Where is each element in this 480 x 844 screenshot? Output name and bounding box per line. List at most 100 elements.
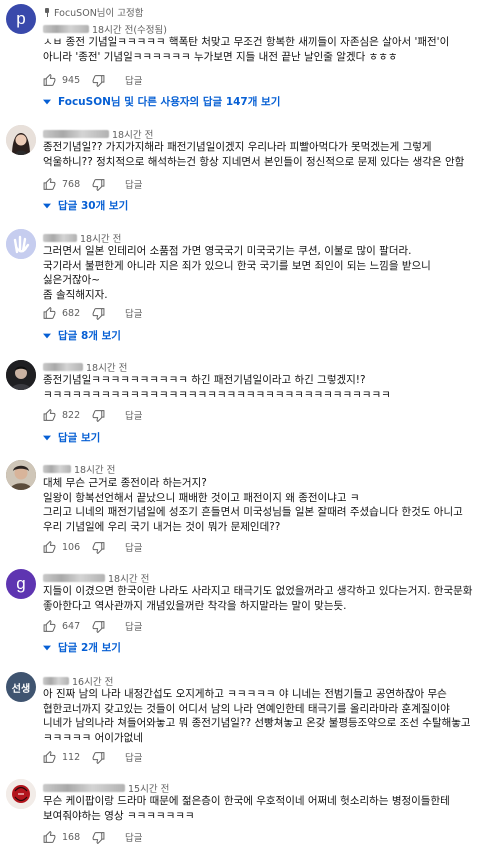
- comment-header: 16시간 전: [43, 674, 113, 688]
- reply-button[interactable]: 답글: [125, 73, 142, 87]
- comment-header: 18시간 전: [43, 571, 149, 585]
- thumb-up-icon[interactable]: [43, 750, 56, 764]
- comment: 선생 16시간 전 아 진짜 남의 나라 내정간섭도 오지게하고 ㅋㅋㅋㅋㅋ 야…: [0, 665, 480, 768]
- comment-actions: 112 답글: [43, 750, 142, 764]
- avatar[interactable]: [6, 229, 36, 259]
- thumb-up-icon[interactable]: [43, 306, 56, 320]
- pinned-text: FocuSON님이 고정함: [54, 8, 144, 19]
- like-count: 682: [62, 307, 81, 319]
- pin-icon: [43, 7, 51, 17]
- comment-actions: 168 답글: [43, 830, 142, 844]
- thumb-down-icon[interactable]: [92, 178, 105, 191]
- comment-text: 아 진짜 남의 나라 내정간섭도 오지게하고 ㅋㅋㅋㅋㅋ 야 니네는 전범기들고…: [43, 688, 474, 744]
- like-count: 106: [62, 541, 81, 553]
- view-replies-label: 답글 30개 보기: [58, 200, 129, 212]
- thumb-down-icon[interactable]: [92, 831, 105, 844]
- comment: 18시간 전 종전기념일ㅋㅋㅋㅋㅋㅋㅋㅋㅋㅋ 하긴 패전기념일이라고 하긴 그렇…: [0, 355, 480, 447]
- like-count: 822: [62, 409, 81, 421]
- like-count: 647: [62, 620, 81, 632]
- comment-text: 그러면서 일본 인테리어 소품점 가면 영국국기 미국국기는 쿠션, 이불로 많…: [43, 245, 431, 301]
- comment: p FocuSON님이 고정함 18시간 전(수정됨) ㅅㅂ 종전 기념일ㅋㅋㅋ…: [0, 0, 480, 110]
- timestamp[interactable]: 18시간 전: [74, 462, 115, 476]
- view-replies-label: 답글 8개 보기: [58, 330, 121, 342]
- thumb-up-icon[interactable]: [43, 408, 56, 422]
- like-count: 768: [62, 178, 81, 190]
- author-name[interactable]: [43, 130, 109, 138]
- comment-text: 대체 무슨 근거로 종전이라 하는거지? 일왕이 항복선언해서 끝났으니 패배한…: [43, 477, 463, 533]
- author-name[interactable]: [43, 784, 125, 792]
- view-replies-label: 답글 보기: [58, 432, 101, 444]
- author-name[interactable]: [43, 465, 71, 473]
- author-name[interactable]: [43, 363, 83, 371]
- author-name[interactable]: [43, 234, 77, 242]
- comment: g 18시간 전 지들이 이겼으면 한국이란 나라도 사라지고 태극기도 없었을…: [0, 564, 480, 659]
- chevron-down-icon: [43, 645, 51, 651]
- avatar[interactable]: 선생: [6, 672, 36, 702]
- reply-button[interactable]: 답글: [125, 750, 142, 764]
- view-replies-button[interactable]: 답글 2개 보기: [43, 640, 121, 655]
- timestamp[interactable]: 18시간 전(수정됨): [92, 22, 167, 36]
- avatar[interactable]: p: [6, 4, 36, 34]
- thumb-down-icon[interactable]: [92, 409, 105, 422]
- timestamp[interactable]: 15시간 전: [128, 781, 169, 795]
- view-replies-button[interactable]: 답글 보기: [43, 430, 100, 445]
- reply-button[interactable]: 답글: [125, 408, 142, 422]
- comment-header: 18시간 전(수정됨): [43, 22, 167, 36]
- reply-button[interactable]: 답글: [125, 619, 142, 633]
- reply-button[interactable]: 답글: [125, 306, 142, 320]
- comment: 18시간 전 그러면서 일본 인테리어 소품점 가면 영국국기 미국국기는 쿠션…: [0, 222, 480, 346]
- comment-text: 종전기념일?? 가지가지해라 패전기념일이겠지 우리나라 피빨아먹다가 못먹겠는…: [43, 141, 465, 168]
- thumb-down-icon[interactable]: [92, 541, 105, 554]
- avatar[interactable]: g: [6, 569, 36, 599]
- like-count: 945: [62, 74, 81, 86]
- avatar[interactable]: [6, 460, 36, 490]
- view-replies-button[interactable]: 답글 30개 보기: [43, 198, 128, 213]
- timestamp[interactable]: 18시간 전: [108, 571, 149, 585]
- comment-actions: 822 답글: [43, 408, 142, 422]
- comment: 18시간 전 종전기념일?? 가지가지해라 패전기념일이겠지 우리나라 피빨아먹…: [0, 118, 480, 218]
- avatar[interactable]: [6, 125, 36, 155]
- view-replies-button[interactable]: FocuSON님 및 다른 사용자의 답글 147개 보기: [43, 94, 280, 109]
- reply-button[interactable]: 답글: [125, 177, 142, 191]
- thumb-down-icon[interactable]: [92, 620, 105, 633]
- thumb-up-icon[interactable]: [43, 177, 56, 191]
- author-name[interactable]: [43, 677, 69, 685]
- comment-actions: 768 답글: [43, 177, 142, 191]
- comment-header: 18시간 전: [43, 231, 121, 245]
- thumb-up-icon[interactable]: [43, 540, 56, 554]
- avatar[interactable]: [6, 779, 36, 809]
- comment: 18시간 전 대체 무슨 근거로 종전이라 하는거지? 일왕이 항복선언해서 끝…: [0, 455, 480, 560]
- comment-text: 지들이 이겼으면 한국이란 나라도 사라지고 태극기도 없었을꺼라고 생각하고 …: [43, 585, 476, 612]
- thumb-down-icon[interactable]: [92, 74, 105, 87]
- comment-header: 15시간 전: [43, 781, 169, 795]
- thumb-up-icon[interactable]: [43, 73, 56, 87]
- comment-header: 18시간 전: [43, 462, 115, 476]
- chevron-down-icon: [43, 99, 51, 105]
- comment-actions: 106 답글: [43, 540, 142, 554]
- view-replies-label: 답글 2개 보기: [58, 642, 121, 654]
- comment-text: 무슨 케이팝이랑 드라마 때문에 젊은층이 한국에 우호적이네 어쩌네 헛소리하…: [43, 795, 454, 822]
- comment-text: ㅅㅂ 종전 기념일ㅋㅋㅋㅋㅋ 핵폭탄 처맞고 무조건 항복한 새끼들이 자존심은…: [43, 36, 453, 63]
- chevron-down-icon: [43, 203, 51, 209]
- comment-list: p FocuSON님이 고정함 18시간 전(수정됨) ㅅㅂ 종전 기념일ㅋㅋㅋ…: [0, 0, 480, 844]
- comment-actions: 682 답글: [43, 306, 142, 320]
- thumb-down-icon[interactable]: [92, 307, 105, 320]
- chevron-down-icon: [43, 333, 51, 339]
- reply-button[interactable]: 답글: [125, 540, 142, 554]
- author-name[interactable]: [43, 25, 89, 33]
- reply-button[interactable]: 답글: [125, 830, 142, 844]
- chevron-down-icon: [43, 435, 51, 441]
- comment-header: 18시간 전: [43, 360, 127, 374]
- timestamp[interactable]: 16시간 전: [72, 674, 113, 688]
- thumb-down-icon[interactable]: [92, 751, 105, 764]
- thumb-up-icon[interactable]: [43, 830, 56, 844]
- timestamp[interactable]: 18시간 전: [80, 231, 121, 245]
- view-replies-button[interactable]: 답글 8개 보기: [43, 328, 121, 343]
- comment: 15시간 전 무슨 케이팝이랑 드라마 때문에 젊은층이 한국에 우호적이네 어…: [0, 772, 480, 844]
- thumb-up-icon[interactable]: [43, 619, 56, 633]
- timestamp[interactable]: 18시간 전: [112, 127, 153, 141]
- avatar[interactable]: [6, 360, 36, 390]
- author-name[interactable]: [43, 574, 105, 582]
- timestamp[interactable]: 18시간 전: [86, 360, 127, 374]
- view-replies-label: FocuSON님 및 다른 사용자의 답글 147개 보기: [58, 96, 281, 108]
